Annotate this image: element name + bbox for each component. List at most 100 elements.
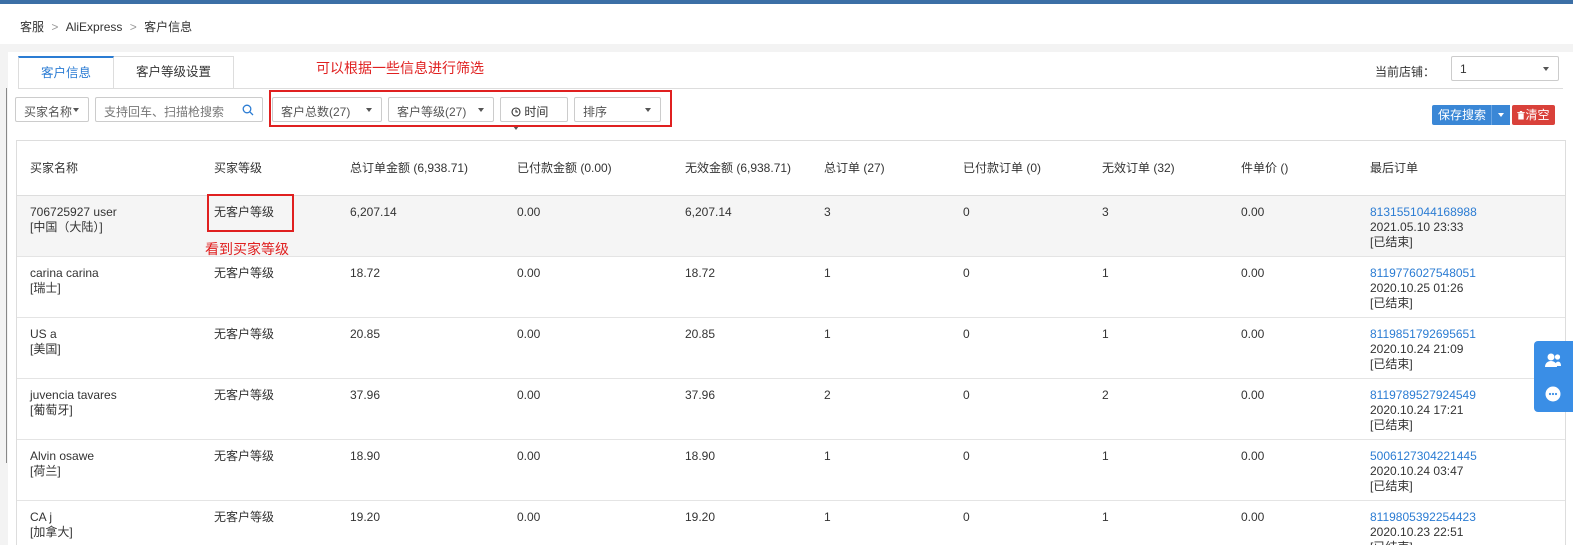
cell-orders: 3	[811, 195, 950, 257]
column-header[interactable]: 买家等级	[201, 141, 337, 196]
cell-invalid-orders: 2	[1089, 378, 1228, 440]
clear-button[interactable]: 清空	[1512, 105, 1555, 125]
breadcrumb-separator: >	[51, 20, 59, 34]
cell-unit: 0.00	[1228, 195, 1357, 257]
tab-customer-level-settings[interactable]: 客户等级设置	[114, 56, 235, 88]
search-input[interactable]: 支持回车、扫描枪搜索	[95, 97, 263, 122]
last-order-cell: 81198053922544232020.10.23 22:51[已结束]	[1357, 500, 1565, 545]
breadcrumb-item[interactable]: 客服	[20, 20, 44, 34]
buyer-name-cell: US a [美国]	[17, 317, 201, 379]
store-value: 1	[1460, 62, 1467, 76]
cell-orders: 1	[811, 439, 950, 501]
buyer-country: [加拿大]	[30, 524, 73, 539]
cell-total: 20.85	[337, 317, 504, 379]
level-highlight-box	[207, 194, 294, 232]
buyer-name-cell: carina carina [瑞士]	[17, 256, 201, 318]
buyer-country: [美国]	[30, 341, 61, 356]
filter-annotation: 可以根据一些信息进行筛选	[316, 60, 484, 76]
cell-invalid-orders: 1	[1089, 317, 1228, 379]
order-time: 2021.05.10 23:33	[1370, 219, 1464, 234]
buyer-name: US a	[30, 326, 57, 341]
order-link[interactable]: 8131551044168988	[1370, 205, 1477, 219]
store-select[interactable]: 1	[1451, 56, 1559, 81]
order-link[interactable]: 8119805392254423	[1370, 510, 1476, 524]
order-status: [已结束]	[1370, 234, 1413, 249]
cell-invalid: 37.96	[672, 378, 811, 440]
search-icon[interactable]	[242, 104, 254, 116]
customer-service-icon[interactable]	[1544, 351, 1562, 369]
cell-level: 无客户等级	[201, 256, 337, 318]
table-header-row: 买家名称 买家等级 总订单金额 (6,938.71) 已付款金额 (0.00) …	[17, 141, 1565, 196]
cell-unit: 0.00	[1228, 317, 1357, 379]
column-header[interactable]: 总订单 (27)	[811, 141, 950, 196]
cell-invalid: 18.90	[672, 439, 811, 501]
clear-button-label: 清空	[1525, 108, 1550, 122]
table-row: carina carina [瑞士] 无客户等级 18.72 0.00 18.72 1 0 1 0…	[17, 256, 1565, 318]
cell-orders: 1	[811, 500, 950, 545]
cell-invalid-orders: 1	[1089, 439, 1228, 501]
cell-orders: 1	[811, 256, 950, 318]
table-row: CA j [加拿大] 无客户等级 19.20 0.00 19.20 1 0 1 0.00 81198…	[17, 500, 1565, 545]
cell-paid: 0.00	[504, 317, 672, 379]
cell-unit: 0.00	[1228, 500, 1357, 545]
cell-invalid-orders: 3	[1089, 195, 1228, 257]
column-header[interactable]: 已付款订单 (0)	[950, 141, 1089, 196]
column-header[interactable]: 无效订单 (32)	[1089, 141, 1228, 196]
order-link[interactable]: 8119776027548051	[1370, 266, 1476, 280]
chevron-down-icon	[1498, 113, 1504, 117]
column-header[interactable]: 买家名称	[17, 141, 201, 196]
cell-level: 无客户等级	[201, 500, 337, 545]
cell-orders: 1	[811, 317, 950, 379]
buyer-name-dropdown[interactable]: 买家名称	[15, 97, 89, 122]
column-header[interactable]: 无效金额 (6,938.71)	[672, 141, 811, 196]
chevron-down-icon	[1543, 67, 1549, 71]
cell-level: 无客户等级	[201, 439, 337, 501]
chevron-down-icon	[73, 108, 79, 112]
column-header[interactable]: 最后订单	[1357, 141, 1565, 196]
cell-total: 19.20	[337, 500, 504, 545]
buyer-country: [中国（大陆）]	[30, 219, 103, 234]
tab-bar: 客户信息 客户等级设置	[18, 56, 235, 88]
table-row: juvencia tavares [葡萄牙] 无客户等级 37.96 0.00 37.96…	[17, 378, 1565, 440]
buyer-name: CA j	[30, 509, 53, 524]
order-link[interactable]: 5006127304221445	[1370, 449, 1477, 463]
cell-paid: 0.00	[504, 378, 672, 440]
save-search-dropdown-button[interactable]	[1491, 105, 1510, 125]
order-link[interactable]: 8119851792695651	[1370, 327, 1476, 341]
chat-icon[interactable]	[1544, 385, 1562, 403]
buyer-name: 706725927 user	[30, 204, 117, 219]
column-header[interactable]: 总订单金额 (6,938.71)	[337, 141, 504, 196]
buyer-name-cell: Alvin osawe [荷兰]	[17, 439, 201, 501]
cell-invalid: 19.20	[672, 500, 811, 545]
order-status: [已结束]	[1370, 478, 1413, 493]
cell-paid-orders: 0	[950, 378, 1089, 440]
column-header[interactable]: 已付款金额 (0.00)	[504, 141, 672, 196]
buyer-name-cell: juvencia tavares [葡萄牙]	[17, 378, 201, 440]
search-placeholder: 支持回车、扫描枪搜索	[104, 105, 225, 119]
cell-total: 18.90	[337, 439, 504, 501]
table-row: US a [美国] 无客户等级 20.85 0.00 20.85 1 0 1 0.00 811985…	[17, 317, 1565, 379]
left-edge-line	[6, 88, 7, 463]
cell-total: 18.72	[337, 256, 504, 318]
buyer-country: [荷兰]	[30, 463, 61, 478]
buyer-name-cell: 706725927 user [中国（大陆）]	[17, 195, 201, 257]
buyer-name: juvencia tavares	[30, 387, 117, 402]
cell-invalid-orders: 1	[1089, 500, 1228, 545]
floating-side-toolbar	[1534, 341, 1573, 412]
cell-invalid: 18.72	[672, 256, 811, 318]
cell-paid-orders: 0	[950, 317, 1089, 379]
main-panel: 客户信息 客户等级设置 可以根据一些信息进行筛选 当前店铺： 1 买家名称 支持…	[8, 52, 1573, 545]
cell-invalid: 6,207.14	[672, 195, 811, 257]
cell-paid: 0.00	[504, 439, 672, 501]
cell-paid-orders: 0	[950, 500, 1089, 545]
breadcrumb-item[interactable]: AliExpress	[66, 20, 123, 34]
order-link[interactable]: 8119789527924549	[1370, 388, 1476, 402]
buyer-name: Alvin osawe	[30, 448, 95, 463]
buyer-name-dropdown-label: 买家名称	[24, 105, 73, 119]
cell-paid: 0.00	[504, 500, 672, 545]
buyer-country: [瑞士]	[30, 280, 61, 295]
order-status: [已结束]	[1370, 295, 1413, 310]
cell-total: 37.96	[337, 378, 504, 440]
column-header[interactable]: 件单价 ()	[1228, 141, 1357, 196]
tab-customer-info[interactable]: 客户信息	[18, 56, 115, 88]
